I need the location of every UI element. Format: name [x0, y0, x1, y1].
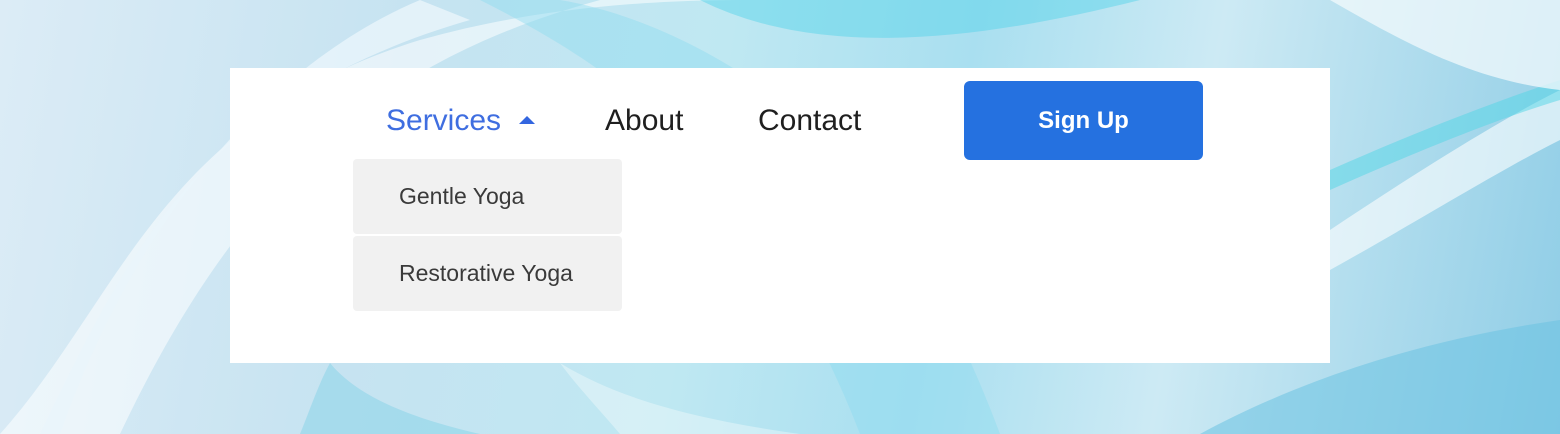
- sign-up-label: Sign Up: [1038, 106, 1129, 134]
- services-dropdown-menu: Gentle Yoga Restorative Yoga: [353, 159, 622, 313]
- nav-services-label: Services: [386, 104, 502, 137]
- dropdown-item-restorative-yoga[interactable]: Restorative Yoga: [353, 236, 622, 311]
- dropdown-item-label: Restorative Yoga: [399, 260, 573, 286]
- dropdown-item-label: Gentle Yoga: [399, 183, 525, 209]
- dropdown-item-gentle-yoga[interactable]: Gentle Yoga: [353, 159, 622, 234]
- caret-up-icon: [519, 116, 536, 124]
- nav-contact-link[interactable]: Contact: [758, 100, 861, 142]
- sign-up-button[interactable]: Sign Up: [964, 81, 1203, 160]
- nav-services-link[interactable]: Services: [386, 100, 536, 142]
- nav-about-link[interactable]: About: [605, 100, 683, 142]
